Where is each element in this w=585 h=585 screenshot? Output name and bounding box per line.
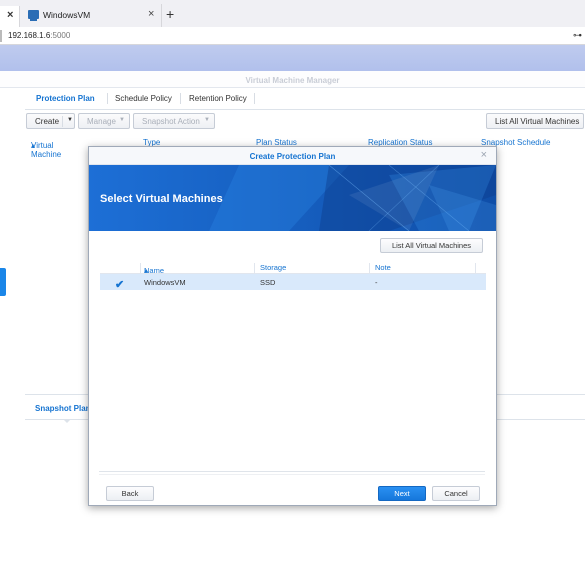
column-separator [140, 263, 141, 273]
dialog-title: Create Protection Plan [249, 152, 336, 161]
app-title: Virtual Machine Manager [245, 76, 340, 85]
create-label: Create [35, 117, 60, 126]
vm-table-header: Name ▴ Storage Note [100, 260, 486, 275]
table-row[interactable]: ✔ WindowsVM SSD - [100, 274, 486, 291]
close-icon[interactable]: × [481, 149, 487, 161]
close-icon[interactable]: × [7, 9, 13, 21]
browser-tab-bar: × WindowsVM × + [0, 0, 585, 27]
tab-snapshot-plan[interactable]: Snapshot Plan [35, 404, 91, 413]
manage-label: Manage [87, 117, 116, 126]
tab-title: WindowsVM [43, 10, 91, 20]
create-protection-plan-dialog: Create Protection Plan × Select Virtual … [88, 146, 497, 506]
tab-pointer [63, 419, 71, 423]
monitor-icon [28, 10, 39, 21]
url-port: :5000 [50, 31, 71, 40]
close-icon[interactable]: × [148, 8, 154, 20]
address-bar[interactable]: 192.168.1.6:5000 ⊶ [0, 27, 585, 45]
manage-button[interactable]: Manage ▼ [78, 113, 130, 129]
column-note[interactable]: Note [375, 263, 391, 272]
dialog-heading: Select Virtual Machines [100, 193, 223, 205]
vm-storage: SSD [260, 278, 276, 287]
cancel-button[interactable]: Cancel [432, 486, 480, 501]
url-host: 192.168.1.6 [8, 31, 51, 40]
column-storage[interactable]: Storage [260, 263, 286, 272]
url-text[interactable]: 192.168.1.6:5000 [8, 31, 70, 40]
app-window-title-bar: Virtual Machine Manager [0, 71, 585, 88]
tab-separator [254, 93, 255, 104]
divider [99, 474, 485, 475]
column-separator [369, 263, 370, 273]
snapshot-action-button[interactable]: Snapshot Action ▼ [133, 113, 215, 129]
back-button[interactable]: Back [106, 486, 154, 501]
checkmark-icon[interactable]: ✔ [115, 278, 124, 291]
snapshot-action-label: Snapshot Action [142, 117, 200, 126]
column-label: Virtual Machine [31, 141, 62, 159]
list-all-vms-label: List All Virtual Machines [495, 117, 580, 126]
dialog-banner: Select Virtual Machines [89, 165, 496, 231]
list-all-vms-button[interactable]: List All Virtual Machines [380, 238, 483, 253]
sort-arrow-icon: ▴ [31, 141, 36, 150]
vm-name: WindowsVM [144, 278, 186, 287]
app-tab-bar: Protection Plan Schedule Policy Retentio… [25, 88, 585, 110]
dsm-taskbar [0, 45, 585, 71]
tab-protection-plan[interactable]: Protection Plan [36, 94, 95, 103]
create-button[interactable]: Create ▼ [26, 113, 75, 129]
split-separator [62, 116, 63, 127]
address-bar-edge [0, 30, 2, 42]
next-button[interactable]: Next [378, 486, 426, 501]
divider [99, 471, 485, 472]
chevron-down-icon[interactable]: ▼ [67, 117, 73, 123]
new-tab-button[interactable]: + [166, 6, 174, 22]
column-separator [254, 263, 255, 273]
previous-tab[interactable]: × [0, 6, 20, 27]
key-icon[interactable]: ⊶ [573, 30, 582, 41]
tab-separator [180, 93, 181, 104]
chevron-down-icon: ▼ [204, 117, 210, 123]
browser-tab[interactable]: WindowsVM × [21, 4, 162, 27]
vm-note: - [375, 278, 378, 287]
tab-schedule-policy[interactable]: Schedule Policy [115, 94, 172, 103]
dialog-header: Create Protection Plan × [89, 147, 496, 165]
tab-separator [107, 93, 108, 104]
chevron-down-icon: ▼ [119, 117, 125, 123]
column-separator [475, 263, 476, 273]
list-all-vms-button[interactable]: List All Virtual Machines [486, 113, 584, 129]
tab-retention-policy[interactable]: Retention Policy [189, 94, 247, 103]
desktop-side-handle[interactable] [0, 268, 6, 296]
